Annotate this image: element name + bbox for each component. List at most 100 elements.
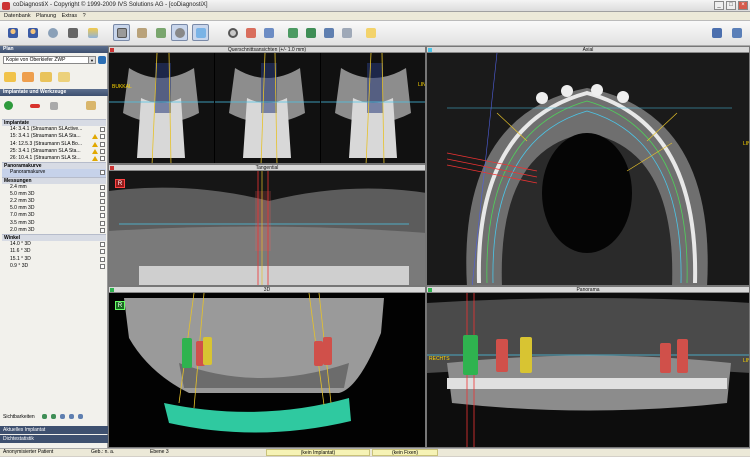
rotate-icon (156, 28, 166, 38)
tree-item[interactable]: 2.4 mm (2, 184, 106, 191)
minimize-button[interactable]: _ (714, 1, 724, 10)
cross-section-viewport[interactable]: Querschnittsansichten (+/- 1.0 mm) LIN (108, 46, 426, 164)
tree-item-label: 25: 3.4.1 (Straumann SLA Sta... (10, 147, 81, 154)
visibility-checkbox[interactable] (100, 184, 105, 190)
plan-options-icon[interactable] (98, 56, 106, 64)
plan-header: Plan (0, 46, 108, 53)
export-button[interactable] (284, 24, 301, 41)
visibility-implant-icon[interactable] (42, 414, 47, 419)
visibility-checkbox[interactable] (100, 206, 105, 212)
image-tool-button[interactable] (84, 24, 101, 41)
density-panel[interactable]: Dichtestatistik (0, 435, 108, 443)
visibility-nerve-icon[interactable] (60, 414, 65, 419)
measure-tool-button[interactable] (242, 24, 259, 41)
patient-open-button[interactable] (4, 24, 21, 41)
settings-button[interactable] (728, 24, 745, 41)
view-tool-button[interactable] (44, 24, 61, 41)
tree-item[interactable]: 15: 3.4.1 (Straumann SLA Sta... (2, 133, 106, 140)
left-panel: Plan Kopie von Oberkiefer ZWP ▼ Implanta… (0, 46, 108, 448)
tree-item[interactable]: 15.1 ° 3D (2, 256, 106, 263)
tree-group[interactable]: Winkel (2, 234, 106, 242)
tree-item[interactable]: 0.9 ° 3D (2, 263, 106, 270)
menu-planung[interactable]: Planung (36, 12, 56, 21)
tree-item[interactable]: 5.0 mm 3D (2, 205, 106, 212)
tree-item[interactable]: 3.5 mm 3D (2, 220, 106, 227)
plan-open-icon[interactable] (4, 72, 16, 82)
guide-button[interactable] (302, 24, 319, 41)
visibility-angle-icon[interactable] (78, 414, 83, 419)
axial-viewport[interactable]: Axial LINKS (426, 46, 750, 286)
plan-lock-icon[interactable] (58, 72, 70, 82)
tree-item[interactable]: 25: 3.4.1 (Straumann SLA Sta... (2, 148, 106, 155)
visibility-checkbox[interactable] (100, 227, 105, 233)
visibility-checkbox[interactable] (100, 242, 105, 248)
notes-icon (366, 28, 376, 38)
visibility-checkbox[interactable] (100, 249, 105, 255)
tree-group[interactable]: Implantate (2, 119, 106, 127)
notes-button[interactable] (362, 24, 379, 41)
tree-item[interactable]: 5.0 mm 3D (2, 191, 106, 198)
tools-options-icon[interactable] (86, 101, 96, 110)
status-fix-box: (kein Fixen) (372, 449, 438, 456)
menu-help[interactable]: ? (83, 12, 86, 21)
visibility-checkbox[interactable] (100, 199, 105, 205)
tree-item[interactable]: 7.0 mm 3D (2, 212, 106, 219)
visibility-sleeve-icon[interactable] (51, 414, 56, 419)
move-tool-button[interactable] (133, 24, 150, 41)
warning-icon (92, 141, 98, 147)
edit-icon[interactable] (50, 102, 58, 110)
rotate-tool-button[interactable] (152, 24, 169, 41)
implant-tool-button[interactable] (64, 24, 81, 41)
visibility-checkbox[interactable] (100, 213, 105, 219)
tree-item[interactable]: 2.0 mm 3D (2, 227, 106, 234)
close-button[interactable]: × (738, 1, 748, 10)
status-patient: Anonymisierter Patient (3, 449, 54, 455)
3d-viewport[interactable]: 3D R (108, 286, 426, 448)
cross-section-title: Querschnittsansichten (+/- 1.0 mm) (227, 47, 307, 53)
visibility-checkbox[interactable] (100, 127, 105, 133)
density-tool-button[interactable] (260, 24, 277, 41)
patient-save-button[interactable] (24, 24, 41, 41)
maximize-button[interactable]: □ (726, 1, 736, 10)
tree-item[interactable]: 11.6 ° 3D (2, 248, 106, 255)
plan-copy-icon[interactable] (40, 72, 52, 82)
cube-tool-button[interactable] (192, 24, 209, 41)
axial-title: Axial (582, 47, 594, 53)
tree-item[interactable]: 26: 10.4.1 (Straumann SLA St... (2, 155, 106, 162)
tree-item[interactable]: 2.2 mm 3D (2, 198, 106, 205)
visibility-checkbox[interactable] (100, 148, 105, 154)
menu-extras[interactable]: Extras (62, 12, 78, 21)
visibility-checkbox[interactable] (100, 256, 105, 262)
tree-group[interactable]: Panoramakurve (2, 162, 106, 170)
remove-icon[interactable] (30, 104, 40, 108)
tree-item[interactable]: 14: 3.4.1 (Straumann SLActive... (2, 126, 106, 133)
warning-icon (92, 148, 98, 154)
current-implant-panel[interactable]: Aktuelles Implantat (0, 426, 108, 434)
cross-slice-1 (109, 53, 214, 163)
tree-item[interactable]: Panoramakurve (2, 169, 106, 177)
add-icon[interactable] (4, 101, 13, 110)
visibility-checkbox[interactable] (100, 155, 105, 161)
panorama-viewport[interactable]: Panorama RECHTS LINKS (426, 286, 750, 448)
window-layout-button[interactable] (708, 24, 725, 41)
zoom-tool-button[interactable] (224, 24, 241, 41)
report-button[interactable] (320, 24, 337, 41)
menu-datenbank[interactable]: Datenbank (4, 12, 31, 21)
visibility-checkbox[interactable] (100, 141, 105, 147)
layout-button[interactable] (113, 24, 130, 41)
tree-item[interactable]: 14.0 ° 3D (2, 241, 106, 248)
plan-save-icon[interactable] (22, 72, 34, 82)
visibility-checkbox[interactable] (100, 134, 105, 140)
tree-group[interactable]: Messungen (2, 176, 106, 184)
plan-select[interactable]: Kopie von Oberkiefer ZWP ▼ (3, 56, 96, 64)
crosshair-tool-button[interactable] (171, 24, 188, 41)
grid-icon (117, 28, 127, 38)
visibility-measure-icon[interactable] (69, 414, 74, 419)
tree-item[interactable]: 14: 12.5.3 (Straumann SLA Bo... (2, 141, 106, 148)
visibility-checkbox[interactable] (100, 220, 105, 226)
visibility-checkbox[interactable] (100, 170, 105, 176)
visibility-checkbox[interactable] (100, 191, 105, 197)
visibility-checkbox[interactable] (100, 263, 105, 269)
tangential-viewport[interactable]: Tangential R (108, 164, 426, 286)
print-button[interactable] (338, 24, 355, 41)
